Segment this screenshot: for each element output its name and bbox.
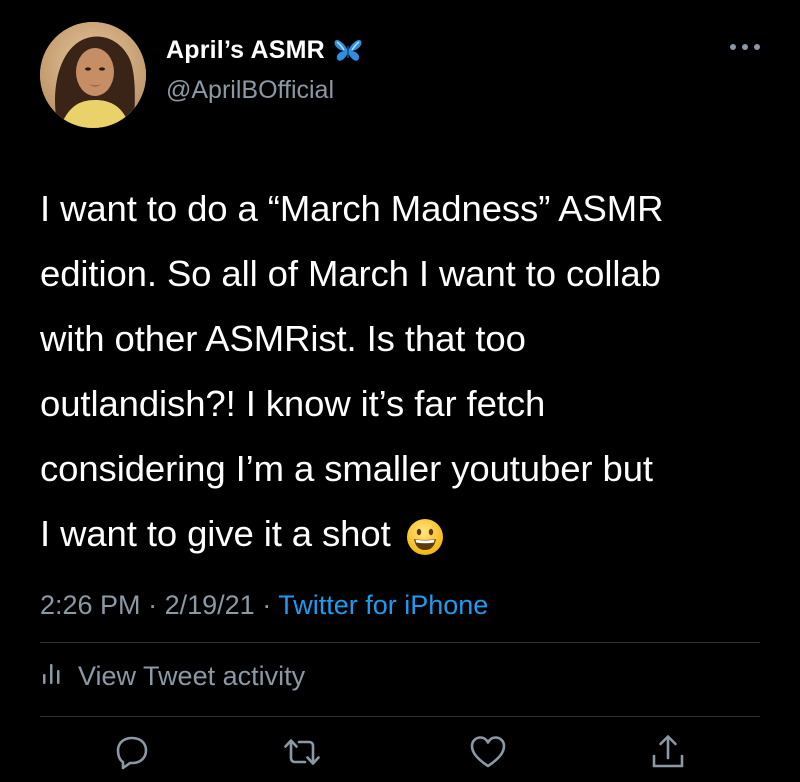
like-icon[interactable]: [468, 732, 508, 772]
more-dot: [754, 44, 760, 50]
meta-separator: ·: [262, 590, 272, 620]
tweet-meta: 2:26 PM · 2/19/21 · Twitter for iPhone: [40, 590, 488, 621]
reply-icon[interactable]: [112, 732, 152, 772]
view-tweet-activity-button[interactable]: View Tweet activity: [40, 660, 305, 693]
activity-bars-icon: [40, 660, 64, 693]
butterfly-emoji-icon: [333, 38, 363, 64]
more-dot: [730, 44, 736, 50]
author-handle[interactable]: @AprilBOfficial: [166, 76, 334, 105]
share-icon[interactable]: [648, 732, 688, 772]
activity-label: View Tweet activity: [78, 661, 306, 691]
avatar[interactable]: [40, 22, 146, 128]
tweet-line: outlandish?! I know it’s far fetch: [40, 383, 546, 424]
divider: [40, 642, 760, 643]
more-dot: [742, 44, 748, 50]
tweet-text: I want to do a “March Madness” ASMR edit…: [40, 176, 770, 566]
tweet-action-bar: [0, 728, 800, 778]
tweet-time[interactable]: 2:26 PM: [40, 590, 141, 620]
tweet-line: I want to give it a shot: [40, 513, 391, 554]
tweet-line: edition. So all of March I want to colla…: [40, 253, 661, 294]
tweet-date[interactable]: 2/19/21: [165, 590, 255, 620]
retweet-icon[interactable]: [282, 732, 322, 772]
divider: [40, 716, 760, 717]
tweet-source-link[interactable]: Twitter for iPhone: [278, 590, 488, 620]
tweet-line: considering I’m a smaller youtuber but: [40, 448, 653, 489]
tweet-line: I want to do a “March Madness” ASMR: [40, 188, 664, 229]
display-name[interactable]: April’s ASMR: [166, 36, 363, 65]
grinning-face-emoji: [405, 512, 445, 556]
display-name-text: April’s ASMR: [166, 36, 325, 64]
more-options-icon[interactable]: [730, 40, 760, 54]
meta-separator: ·: [148, 590, 158, 620]
tweet-line: with other ASMRist. Is that too: [40, 318, 526, 359]
tweet-line-last: I want to give it a shot: [40, 501, 770, 566]
